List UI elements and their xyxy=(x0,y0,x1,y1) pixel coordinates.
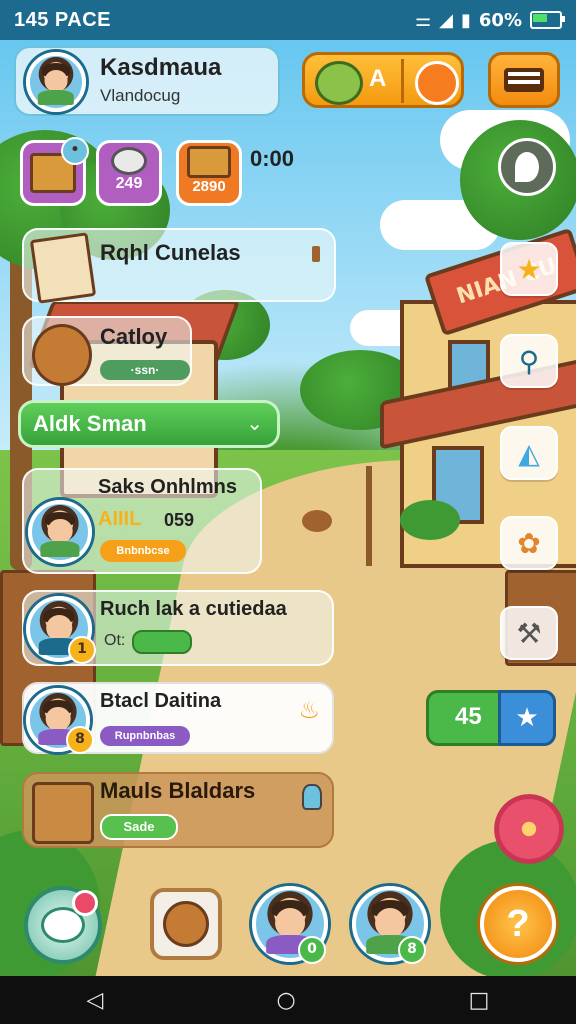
quick-item-gem[interactable]: 249 xyxy=(96,140,162,206)
shovel-button[interactable]: ⚒ xyxy=(500,606,558,660)
villager-avatar xyxy=(28,500,92,564)
score-box[interactable]: 45 ★ xyxy=(426,690,556,746)
timer-text: 0:00 xyxy=(250,146,295,171)
leaf-map-icon xyxy=(315,61,363,105)
task-progress xyxy=(132,630,192,654)
status-bar: 145 PACE ⚌ ◢ ▮ 60% xyxy=(0,0,576,40)
task-item-ruch[interactable]: 1 Ruch lak a cutiedaa Ot: xyxy=(22,590,334,666)
orange-fruit-icon xyxy=(415,61,459,105)
leaf-icon xyxy=(515,152,539,182)
task-item-mauls[interactable]: Mauls Blaldars Sade xyxy=(22,772,334,848)
ice-cream-button[interactable]: ◭ xyxy=(500,426,558,480)
help-button[interactable]: ? xyxy=(480,886,556,962)
task-item-tag: Rupnbnbas xyxy=(100,726,190,746)
pencil-notes-icon xyxy=(29,232,97,304)
status-icons: ⚌ ◢ ▮ 60% xyxy=(415,9,565,31)
shovel-icon: ⚒ xyxy=(516,616,542,650)
task-stat-value: 059 xyxy=(164,510,195,530)
task-stat-label: AIIIL xyxy=(98,508,142,530)
flower xyxy=(494,794,564,864)
battery-text: 60% xyxy=(478,9,522,31)
task-header[interactable]: Rqhl Cunelas xyxy=(22,228,336,304)
magnifier-icon: ⚲ xyxy=(518,344,540,378)
back-icon[interactable]: ◁ xyxy=(87,988,104,1013)
currency-label: A xyxy=(369,65,387,92)
profile-card[interactable]: Kasdmaua Vlandocug xyxy=(14,46,280,116)
recents-icon[interactable]: □ xyxy=(469,988,490,1013)
chat-button[interactable] xyxy=(24,886,102,964)
task-item-title: Mauls Blaldars xyxy=(100,778,256,803)
task-badge: 1 xyxy=(68,636,96,664)
player-avatar[interactable] xyxy=(26,52,86,112)
system-nav-bar: ◁ ○ □ xyxy=(0,976,576,1024)
cookie-icon xyxy=(163,901,209,947)
critter xyxy=(302,510,332,532)
task-item-title: Ruch lak a cutiedaa xyxy=(100,598,287,620)
dropdown-label: Aldk Sman xyxy=(33,411,147,436)
task-item-btacl[interactable]: 8 Btacl Daitina Rupnbnbas ♨ xyxy=(22,682,334,754)
score-star-button[interactable]: ★ xyxy=(498,690,556,746)
task-item-tag: Sade xyxy=(100,814,178,840)
notification-dot-icon xyxy=(72,890,98,916)
friend-badge-2: 8 xyxy=(398,936,426,964)
quick-item-crate[interactable]: • xyxy=(20,137,89,206)
favorites-button[interactable]: ★ xyxy=(500,242,558,296)
sprout-button[interactable] xyxy=(498,138,556,196)
mini-sign-icon xyxy=(312,246,320,262)
game-screen: NIAN CU 145 PACE ⚌ ◢ ▮ 60% Kasdmaua Vlan… xyxy=(0,0,576,1024)
task-item-title: Catloy xyxy=(100,324,168,349)
task-item-saks[interactable]: Saks Onhlmns AIIIL 059 Bnbnbcse xyxy=(22,468,262,574)
squirrel-icon: ✿ xyxy=(517,526,541,560)
menu-icon xyxy=(504,68,544,92)
currency-bar[interactable]: A xyxy=(302,52,464,108)
task-item-title: Saks Onhlmns xyxy=(98,476,237,498)
task-item-title: Btacl Daitina xyxy=(100,690,222,712)
chevron-down-icon: ⌄ xyxy=(246,411,263,435)
wifi-icon: ◢ xyxy=(439,9,453,31)
task-header-title: Rqhl Cunelas xyxy=(100,240,241,265)
task-item-tag: ·ssn· xyxy=(100,360,190,380)
signal-icon: ▮ xyxy=(461,9,471,31)
status-time: 145 PACE xyxy=(14,8,112,31)
inventory-button[interactable] xyxy=(150,888,222,960)
nfc-icon: ⚌ xyxy=(415,9,432,31)
home-icon[interactable]: ○ xyxy=(276,988,295,1013)
player-name: Kasdmaua xyxy=(100,54,222,81)
task-stat-label: Ot: xyxy=(104,632,126,649)
gem-count: 249 xyxy=(115,175,143,192)
divider xyxy=(401,59,404,103)
task-dropdown[interactable]: Aldk Sman ⌄ xyxy=(18,400,280,448)
star-icon: ★ xyxy=(516,252,542,286)
friend-badge-1: 0 xyxy=(298,936,326,964)
ice-cream-icon: ◭ xyxy=(518,436,540,470)
potion-icon xyxy=(302,784,322,810)
signpost xyxy=(366,466,372,566)
battery-icon xyxy=(530,11,565,29)
search-button[interactable]: ⚲ xyxy=(500,334,558,388)
gem-icon xyxy=(111,147,147,175)
battery-fill xyxy=(533,14,547,22)
menu-button[interactable] xyxy=(488,52,560,108)
tool-crate-icon xyxy=(187,145,231,178)
bush xyxy=(400,500,460,540)
character-button[interactable]: ✿ xyxy=(500,516,558,570)
score-value: 45 xyxy=(455,703,482,730)
player-subtitle: Vlandocug xyxy=(100,86,181,105)
campfire-icon: ♨ xyxy=(298,696,320,724)
help-icon: ? xyxy=(506,902,530,945)
task-badge: 8 xyxy=(66,726,94,754)
quick-item-tools[interactable]: 2890 xyxy=(176,140,242,206)
task-item-tag: Bnbnbcse xyxy=(100,540,186,562)
crate-badge-icon: • xyxy=(61,137,89,165)
crate-icon xyxy=(32,782,94,844)
biscuit-icon xyxy=(32,324,92,386)
tools-count: 2890 xyxy=(192,177,226,195)
task-item-catloy[interactable]: Catloy ·ssn· xyxy=(22,316,192,386)
star-icon: ★ xyxy=(515,703,539,733)
